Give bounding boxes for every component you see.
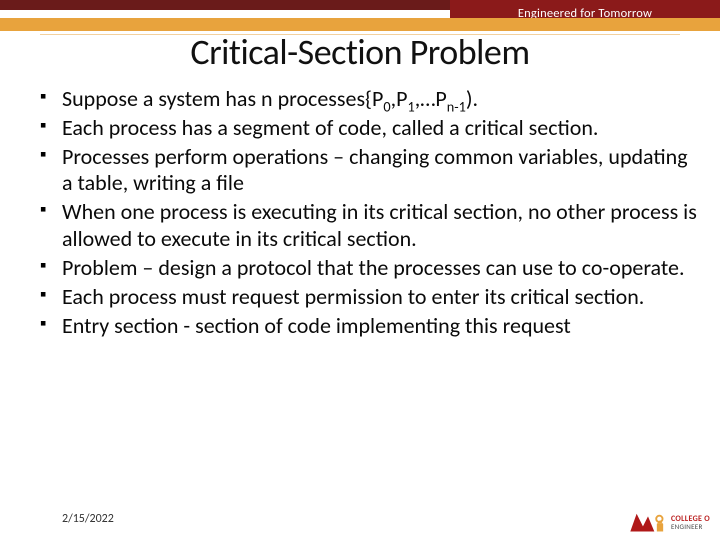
bullet-item: When one process is executing in its cri… bbox=[38, 199, 702, 253]
logo-mark-icon bbox=[629, 510, 667, 534]
bullet-text-fragment: ). bbox=[466, 85, 478, 112]
bullet-text: Entry section - section of code implemen… bbox=[62, 312, 571, 339]
bullet-item: Processes perform operations – changing … bbox=[38, 144, 702, 198]
bullet-text-fragment: ,…P bbox=[415, 85, 447, 112]
bullet-text: Each process has a segment of code, call… bbox=[62, 114, 598, 141]
slide-date: 2/15/2022 bbox=[62, 512, 114, 526]
bullet-list: Suppose a system has n processes{P0,P1,…… bbox=[38, 86, 702, 339]
subscript: n-1 bbox=[447, 97, 466, 115]
bullet-text-fragment: ,P bbox=[391, 85, 408, 112]
footer-logo: COLLEGE O ENGINEER bbox=[629, 510, 710, 534]
bullet-item: Entry section - section of code implemen… bbox=[38, 313, 702, 340]
bullet-item: Each process has a segment of code, call… bbox=[38, 115, 702, 142]
bullet-item: Suppose a system has n processes{P0,P1,…… bbox=[38, 86, 702, 113]
bullet-item: Each process must request permission to … bbox=[38, 284, 702, 311]
slide: Engineered for Tomorrow Critical-Section… bbox=[0, 0, 720, 540]
bullet-text: Processes perform operations – changing … bbox=[62, 143, 688, 197]
logo-text: COLLEGE O ENGINEER bbox=[671, 515, 710, 530]
bullet-text-fragment: Suppose a system has n processes{P bbox=[62, 85, 383, 112]
slide-body: Suppose a system has n processes{P0,P1,…… bbox=[38, 86, 702, 480]
subscript: 1 bbox=[407, 97, 414, 115]
bullet-text: Problem – design a protocol that the pro… bbox=[62, 254, 685, 281]
bullet-text: When one process is executing in its cri… bbox=[62, 198, 697, 252]
subscript: 0 bbox=[383, 97, 390, 115]
logo-sub-text: ENGINEER bbox=[671, 523, 710, 530]
bullet-text: Each process must request permission to … bbox=[62, 283, 644, 310]
bullet-item: Problem – design a protocol that the pro… bbox=[38, 255, 702, 282]
slide-title: Critical-Section Problem bbox=[0, 30, 720, 74]
